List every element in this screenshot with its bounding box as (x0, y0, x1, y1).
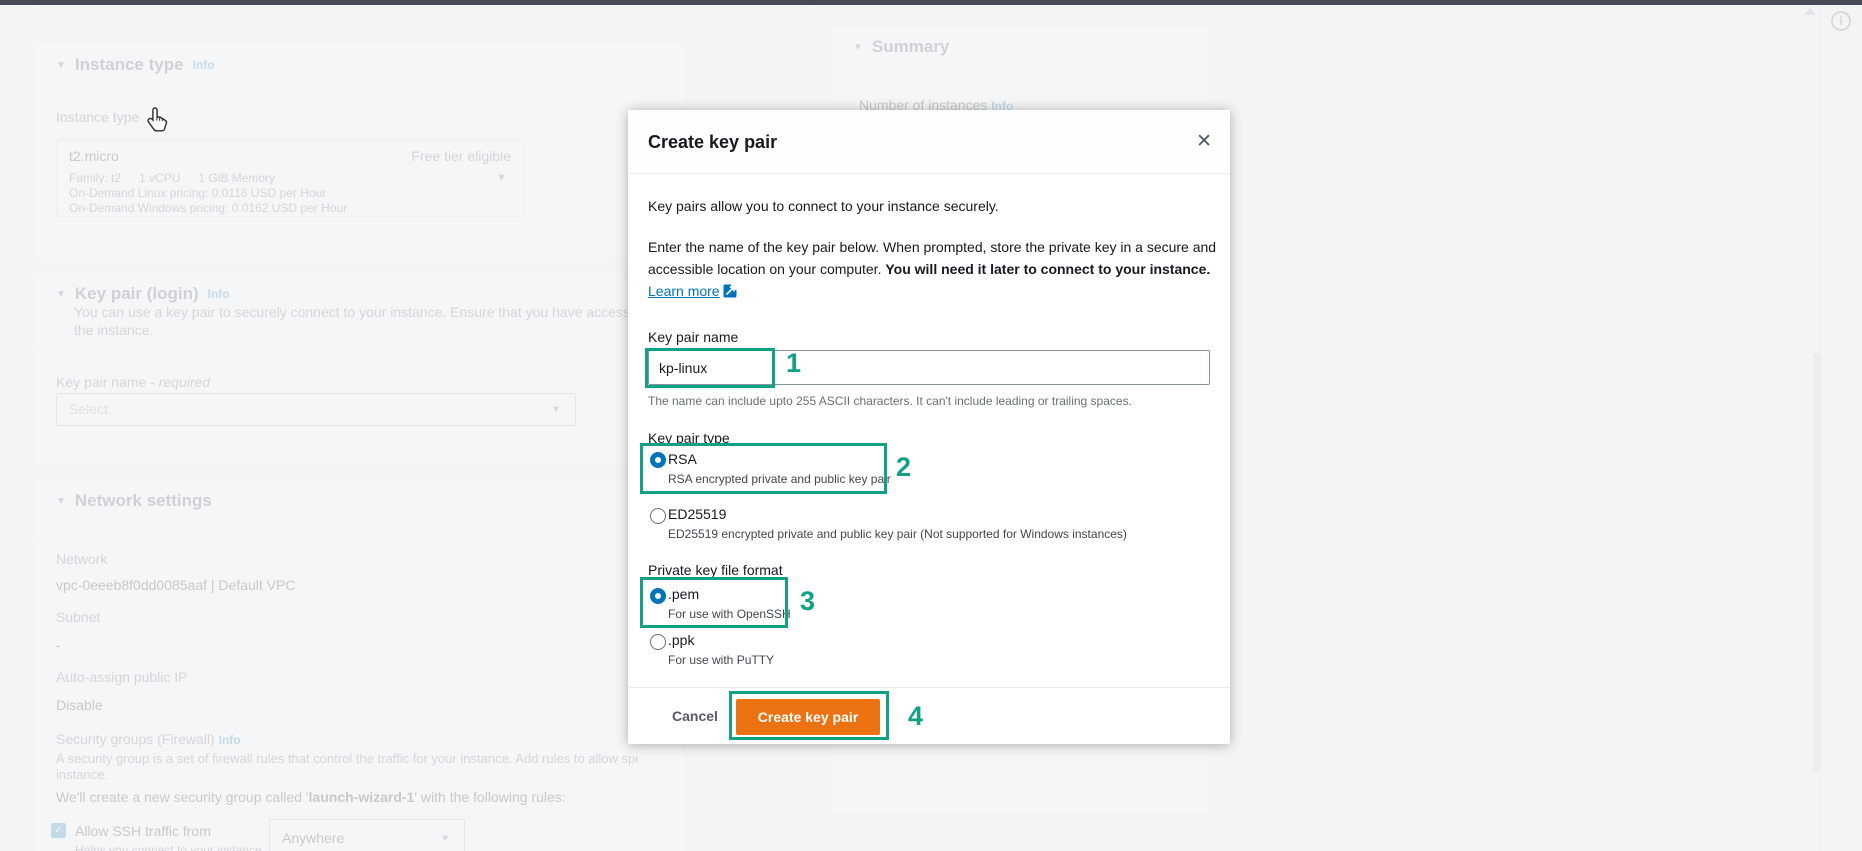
ed25519-label: ED25519 (668, 506, 726, 522)
learn-more-link[interactable]: Learn more (648, 283, 720, 299)
annotation-number-4: 4 (908, 701, 923, 732)
annotation-box-1 (645, 348, 775, 388)
ed25519-radio[interactable] (650, 508, 666, 524)
annotation-box-3 (640, 577, 788, 628)
ppk-radio[interactable] (650, 634, 666, 650)
hand-cursor-icon (146, 106, 170, 139)
annotation-number-3: 3 (800, 586, 815, 617)
external-link-icon (723, 282, 737, 304)
annotation-number-2: 2 (896, 452, 911, 483)
modal-header: Create key pair ✕ (628, 110, 1230, 174)
modal-intro-text: Key pairs allow you to connect to your i… (648, 198, 999, 214)
modal-footer: Cancel Create key pair (628, 687, 1230, 744)
modal-title: Create key pair (648, 132, 777, 153)
create-key-pair-modal: Create key pair ✕ Key pairs allow you to… (628, 110, 1230, 744)
annotation-box-4 (729, 691, 889, 740)
close-icon[interactable]: ✕ (1196, 130, 1212, 153)
key-pair-name-label: Key pair name (648, 329, 738, 345)
private-key-format-label: Private key file format (648, 562, 783, 578)
cancel-button[interactable]: Cancel (672, 708, 718, 724)
annotation-box-2 (640, 443, 887, 494)
annotation-number-1: 1 (786, 348, 801, 379)
ed25519-description: ED25519 encrypted private and public key… (668, 527, 1127, 541)
modal-description: Enter the name of the key pair below. Wh… (648, 236, 1226, 304)
top-navigation-bar (0, 0, 1862, 5)
description-bold-text: You will need it later to connect to you… (885, 261, 1210, 277)
ppk-label: .ppk (668, 632, 694, 648)
ppk-description: For use with PuTTY (668, 653, 774, 667)
key-pair-name-help: The name can include upto 255 ASCII char… (648, 394, 1132, 408)
